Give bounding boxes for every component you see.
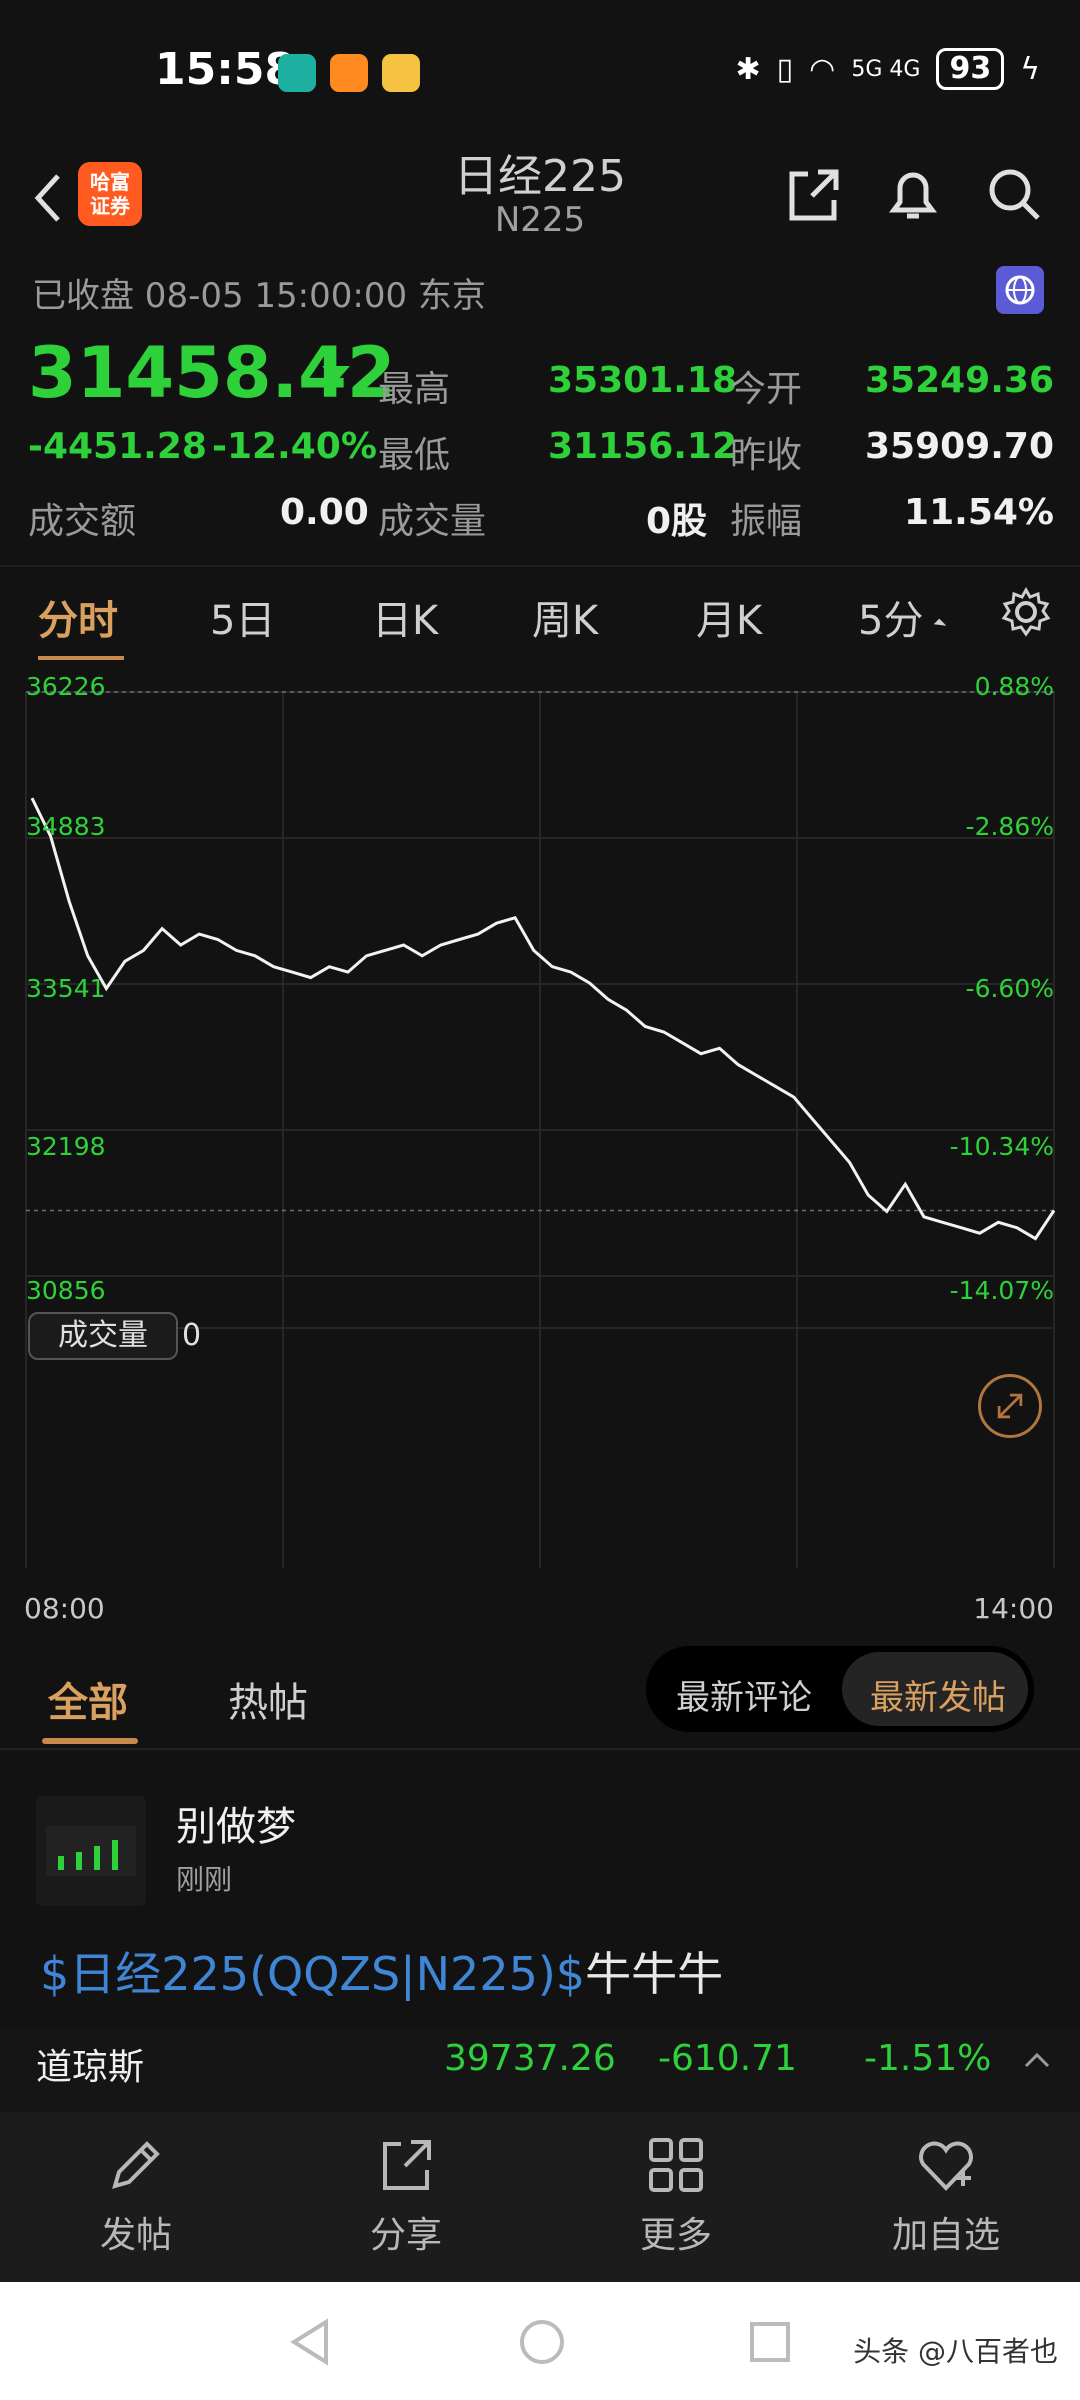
divider xyxy=(0,1748,1080,1750)
y-axis-left-label: 36226 xyxy=(26,672,106,701)
system-home-icon[interactable] xyxy=(516,2316,568,2368)
chevron-up-icon[interactable] xyxy=(1022,2050,1052,2070)
heart-plus-icon xyxy=(919,2141,973,2191)
grid-icon xyxy=(649,2138,703,2192)
globe-icon[interactable] xyxy=(996,266,1044,314)
charging-icon: ϟ xyxy=(1020,51,1040,87)
sort-latest-comment[interactable]: 最新评论 xyxy=(676,1670,812,1719)
y-axis-left-label: 32198 xyxy=(26,1132,106,1161)
active-tab-indicator xyxy=(38,656,124,660)
share-button[interactable]: 分享 xyxy=(326,2130,486,2258)
prev-close-value: 35909.70 xyxy=(864,426,1054,467)
settings-gear-icon[interactable] xyxy=(998,584,1054,640)
down-arrow-icon xyxy=(322,366,350,382)
ticker-value: 39737.26 xyxy=(444,2038,616,2079)
price-change: -4451.28 xyxy=(28,426,207,467)
tab-all[interactable]: 全部 xyxy=(48,1670,128,1728)
post-author[interactable]: 别做梦 xyxy=(176,1794,296,1852)
intraday-chart[interactable] xyxy=(0,668,1080,1628)
y-axis-right-label: -2.86% xyxy=(965,812,1054,841)
tab-hot[interactable]: 热帖 xyxy=(228,1670,308,1728)
amplitude-label: 振幅 xyxy=(730,501,803,542)
ticker-change: -610.71 xyxy=(658,2038,797,2079)
share-icon xyxy=(383,2140,431,2190)
high-value: 35301.18 xyxy=(548,360,738,401)
volume-chart-value: 0 xyxy=(182,1318,202,1353)
battery-indicator: 93 xyxy=(936,48,1005,90)
low-value: 31156.12 xyxy=(548,426,738,467)
sort-latest-post[interactable]: 最新发帖 xyxy=(870,1670,1006,1719)
status-right: ✱ ▯ ◠ 5G 4G 93 ϟ xyxy=(736,48,1040,90)
more-button-label: 更多 xyxy=(639,2215,712,2256)
network-label: 5G 4G xyxy=(851,56,921,82)
more-button[interactable]: 更多 xyxy=(596,2130,756,2258)
post-stock-link[interactable]: $日经225(QQZS|N225)$ xyxy=(40,1947,585,2001)
tab-intraday[interactable]: 分时 xyxy=(38,588,118,646)
app-badge-green-icon xyxy=(278,54,316,92)
x-axis-start: 08:00 xyxy=(24,1592,105,1625)
pencil-icon xyxy=(112,2141,160,2189)
price-change-pct: -12.40% xyxy=(212,426,377,467)
amplitude-value: 11.54% xyxy=(904,492,1054,533)
post-thumbnail[interactable] xyxy=(36,1796,146,1906)
y-axis-right-label: -14.07% xyxy=(949,1276,1054,1305)
y-axis-left-label: 33541 xyxy=(26,974,106,1003)
y-axis-left-label: 30856 xyxy=(26,1276,106,1305)
tab-daily-k[interactable]: 日K xyxy=(372,588,438,646)
system-recents-icon[interactable] xyxy=(746,2318,794,2366)
chart-grid xyxy=(25,691,1055,1568)
add-watchlist-button[interactable]: 加自选 xyxy=(866,2130,1026,2258)
post-content: $日经225(QQZS|N225)$牛牛牛 xyxy=(40,1938,723,2004)
bell-icon[interactable] xyxy=(878,160,948,230)
share-button-label: 分享 xyxy=(369,2215,442,2256)
prev-close-label: 昨收 xyxy=(730,435,803,476)
bluetooth-icon: ✱ xyxy=(735,51,761,87)
turnover-label: 成交额 xyxy=(28,501,137,542)
search-icon[interactable] xyxy=(980,160,1050,230)
post-button[interactable]: 发帖 xyxy=(56,2130,216,2258)
market-status: 已收盘 08-05 15:00:00 东京 xyxy=(32,276,486,316)
video-app-icon xyxy=(330,54,368,92)
price-line xyxy=(30,797,1056,1241)
weibo-icon xyxy=(382,54,420,92)
vibrate-icon: ▯ xyxy=(776,51,794,87)
tab-monthly-k[interactable]: 月K xyxy=(696,588,762,646)
x-axis-end: 14:00 xyxy=(973,1592,1054,1625)
post-button-label: 发帖 xyxy=(99,2215,172,2256)
watermark: 头条 @八百者也 xyxy=(853,2335,1058,2368)
open-value: 35249.36 xyxy=(864,360,1054,401)
wifi-icon: ◠ xyxy=(809,51,836,87)
y-axis-right-label: -6.60% xyxy=(965,974,1054,1003)
tab-weekly-k[interactable]: 周K xyxy=(532,588,598,646)
post-time: 刚刚 xyxy=(176,1863,233,1896)
ticker-name: 道琼斯 xyxy=(36,2047,145,2088)
expand-icon[interactable] xyxy=(978,1374,1042,1438)
y-axis-right-label: -10.34% xyxy=(949,1132,1054,1161)
volume-value: 0股 xyxy=(646,501,708,542)
open-label: 今开 xyxy=(730,369,803,410)
low-label: 最低 xyxy=(378,435,451,476)
tab-5day[interactable]: 5日 xyxy=(210,588,275,646)
share-icon[interactable] xyxy=(778,160,848,230)
thumbnail-chart-icon xyxy=(46,1826,136,1876)
tab-5min[interactable]: 5分 xyxy=(858,588,923,646)
ticker-change-pct: -1.51% xyxy=(864,2038,992,2079)
status-time: 15:58 xyxy=(155,44,296,95)
turnover-value: 0.00 xyxy=(280,492,369,533)
add-watchlist-label: 加自选 xyxy=(891,2215,1000,2256)
y-axis-right-label: 0.88% xyxy=(974,672,1054,701)
feed-tab-indicator xyxy=(42,1738,138,1744)
status-bar: 15:58 ✱ ▯ ◠ 5G 4G 93 ϟ xyxy=(0,0,1080,140)
high-label: 最高 xyxy=(378,369,451,410)
y-axis-left-label: 34883 xyxy=(26,812,106,841)
post-text: 牛牛牛 xyxy=(585,1947,724,2001)
system-back-icon[interactable] xyxy=(286,2316,334,2368)
volume-label: 成交量 xyxy=(378,501,487,542)
volume-toggle[interactable]: 成交量 xyxy=(28,1312,178,1360)
